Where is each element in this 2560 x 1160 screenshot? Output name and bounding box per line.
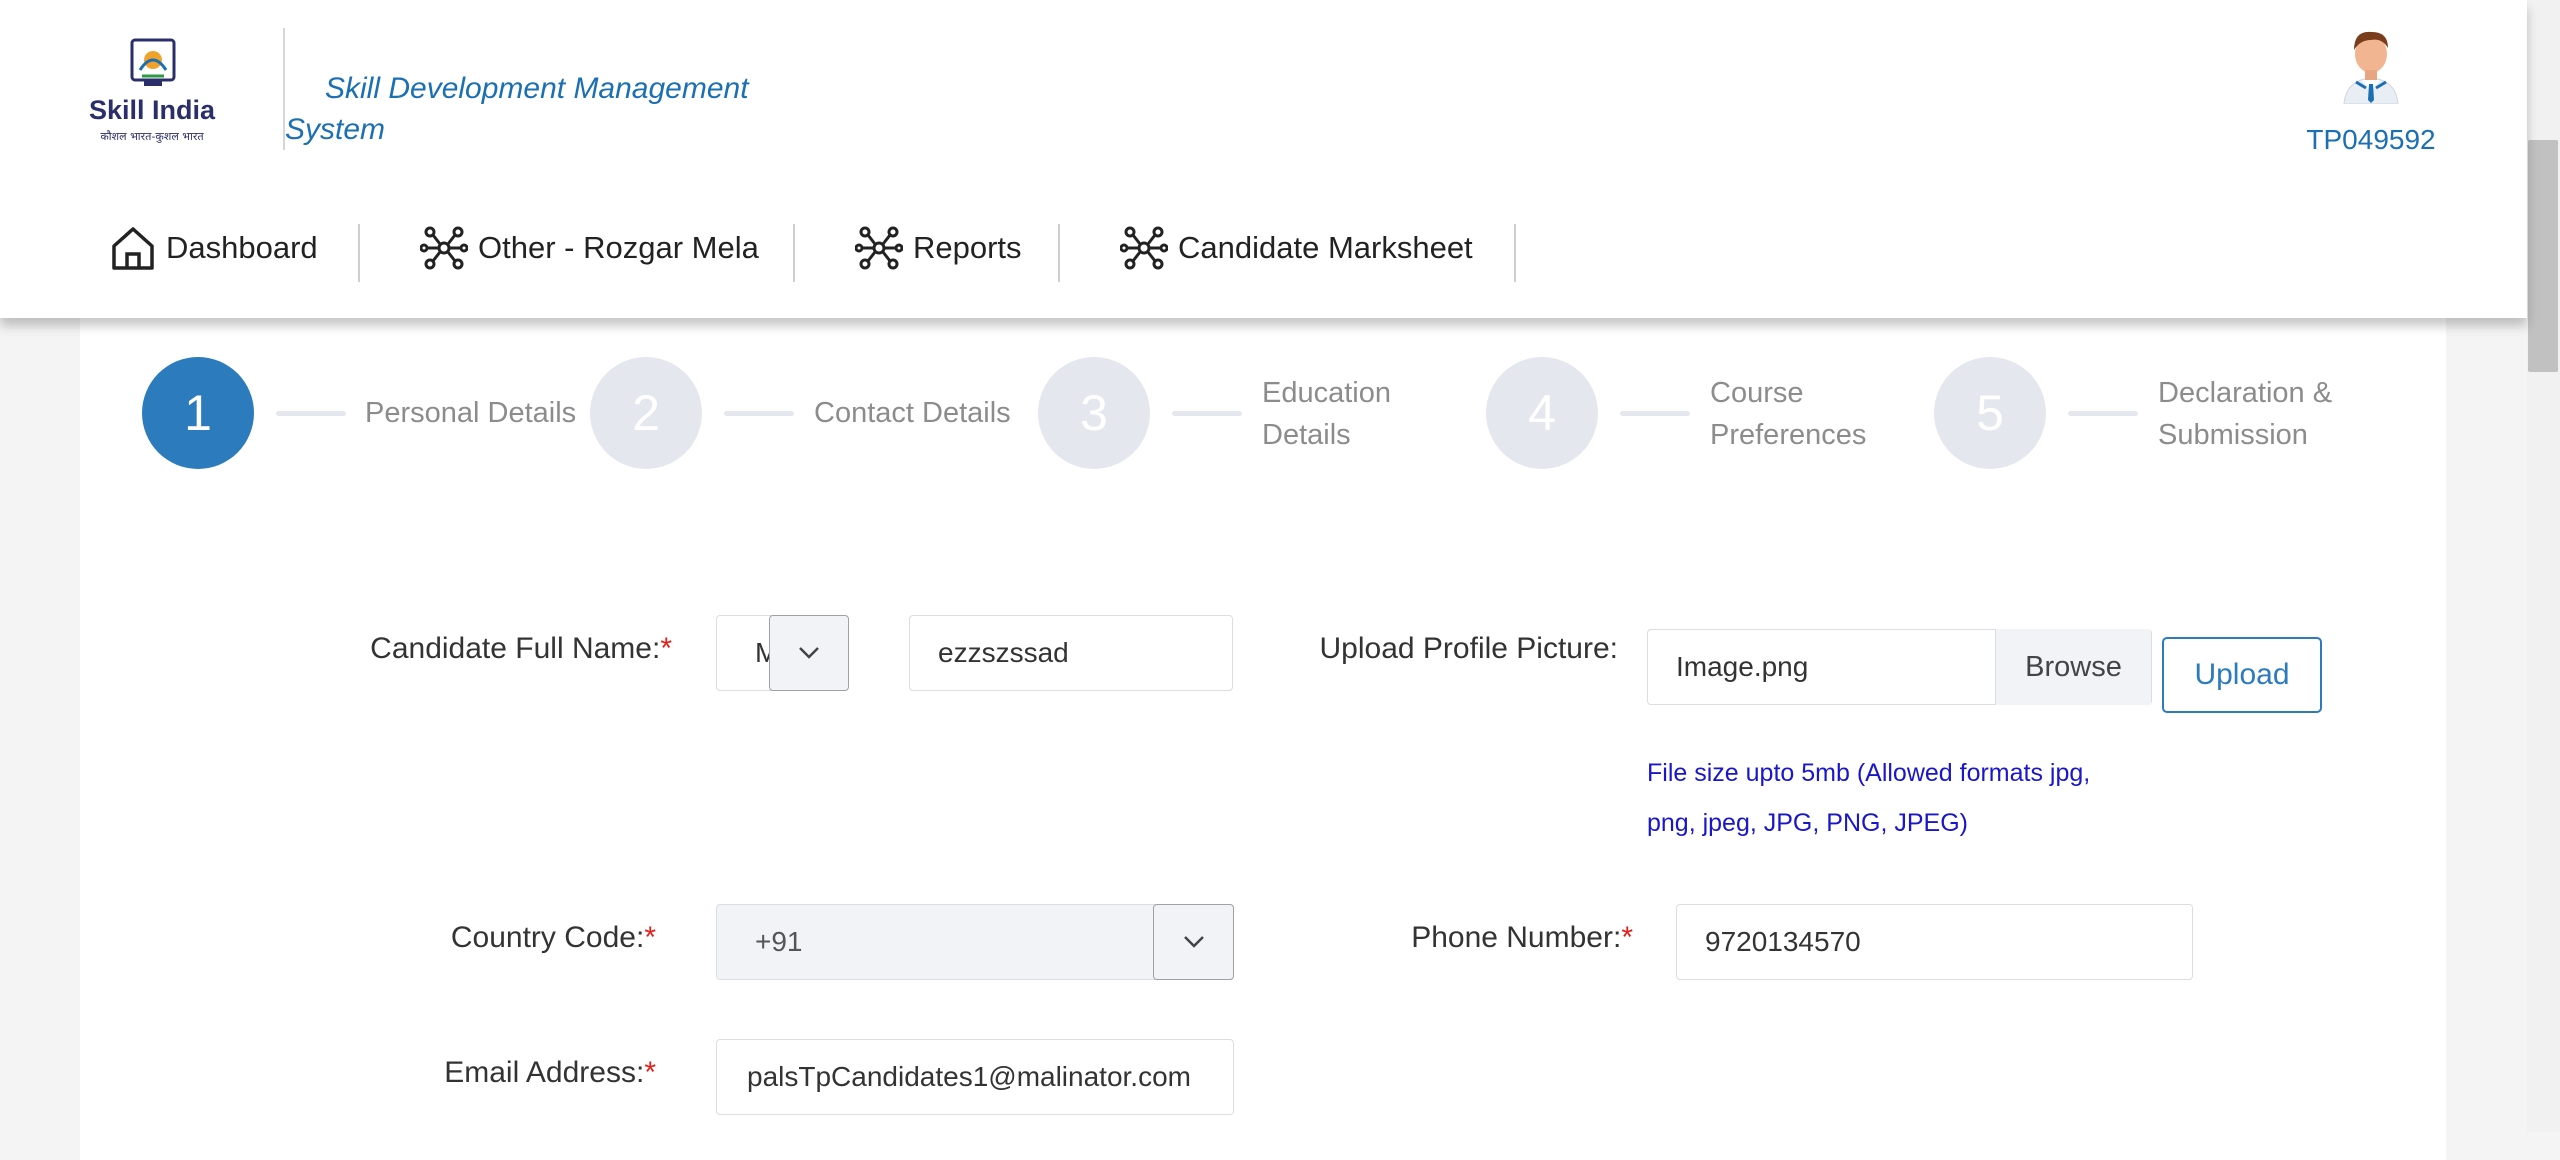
user-id[interactable]: TP049592: [2300, 124, 2442, 156]
step-3-label[interactable]: Education Details: [1262, 372, 1391, 456]
step-5-circle[interactable]: 5: [1934, 357, 2046, 469]
step-connector: [724, 411, 794, 416]
home-icon: [112, 227, 154, 270]
scrollbar-thumb[interactable]: [2528, 140, 2558, 372]
step-1-circle[interactable]: 1: [142, 357, 254, 469]
upload-picture-label: Upload Profile Picture:: [1319, 632, 1618, 665]
nav-item-reports[interactable]: Reports: [855, 218, 1022, 278]
logo-title: Skill India: [89, 95, 216, 125]
step-4-circle[interactable]: 4: [1486, 357, 1598, 469]
step-4-label[interactable]: Course Preferences: [1710, 372, 1866, 456]
full-name-input[interactable]: ezzszssad: [909, 615, 1233, 691]
chevron-down-icon: [1183, 936, 1204, 948]
chevron-down-icon: [799, 647, 819, 659]
step-connector: [1620, 411, 1690, 416]
nav-item-dashboard[interactable]: Dashboard: [110, 218, 318, 278]
network-icon: [855, 226, 903, 270]
phone-number-label: Phone Number:*: [1411, 921, 1633, 954]
network-icon: [420, 226, 468, 270]
step-connector: [1172, 411, 1242, 416]
nav-item-label: Reports: [913, 230, 1022, 265]
top-header: Skill India कौशल भारत-कुशल भारत Skill De…: [0, 0, 2527, 318]
nav-item-label: Dashboard: [166, 230, 318, 265]
step-3-circle[interactable]: 3: [1038, 357, 1150, 469]
email-label: Email Address:*: [444, 1056, 656, 1089]
step-2-label[interactable]: Contact Details: [814, 392, 1011, 434]
email-input[interactable]: palsTpCandidates1@malinator.com: [716, 1039, 1234, 1115]
step-2-circle[interactable]: 2: [590, 357, 702, 469]
step-5-label[interactable]: Declaration & Submission: [2158, 372, 2332, 456]
skill-india-emblem-icon: Skill India कौशल भारत-कुशल भारत: [89, 38, 216, 143]
country-code-label: Country Code:*: [450, 921, 656, 954]
network-icon: [1120, 226, 1168, 270]
skill-india-logo[interactable]: Skill India कौशल भारत-कुशल भारत: [84, 36, 220, 148]
browse-button[interactable]: Browse: [1995, 629, 2151, 705]
system-title: Skill Development Management System: [285, 72, 749, 146]
country-code-dropdown-button[interactable]: [1153, 904, 1234, 980]
nav-item-candidate-marksheet[interactable]: Candidate Marksheet: [1120, 218, 1473, 278]
salutation-dropdown-button[interactable]: [769, 615, 849, 691]
full-name-label: Candidate Full Name:*: [370, 632, 672, 665]
step-connector: [2068, 411, 2138, 416]
step-1-label[interactable]: Personal Details: [365, 392, 576, 434]
nav-divider: [358, 224, 360, 282]
user-avatar-icon: [2343, 31, 2399, 105]
nav-item-label: Other - Rozgar Mela: [478, 230, 759, 265]
phone-number-input[interactable]: 9720134570: [1676, 904, 2193, 980]
nav-divider: [793, 224, 795, 282]
nav-divider: [1058, 224, 1060, 282]
nav-divider: [1514, 224, 1516, 282]
nav-item-label: Candidate Marksheet: [1178, 230, 1473, 265]
logo-tagline: कौशल भारत-कुशल भारत: [100, 130, 204, 143]
step-connector: [276, 411, 346, 416]
file-size-hint: File size upto 5mb (Allowed formats jpg,…: [1647, 759, 2091, 837]
nav-item-rozgar-mela[interactable]: Other - Rozgar Mela: [420, 218, 759, 278]
upload-button[interactable]: Upload: [2162, 637, 2322, 713]
user-avatar[interactable]: [2338, 26, 2404, 105]
